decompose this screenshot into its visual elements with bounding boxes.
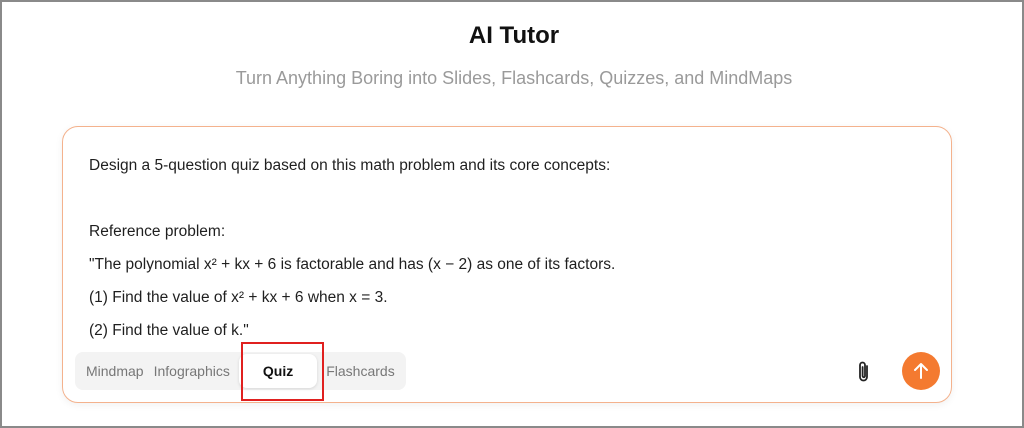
prompt-line: (2) Find the value of k." [89,322,249,339]
paperclip-icon [859,361,868,382]
page-title: AI Tutor [468,22,560,49]
prompt-line: Design a 5-question quiz based on this m… [89,157,611,174]
arrow-up-icon [914,363,928,379]
prompt-line: "The polynomial x² + kx + 6 is factorabl… [89,256,616,273]
send-button[interactable] [902,352,940,390]
mode-tab-mindmap[interactable]: Mindmap [81,352,149,390]
mode-tab-flashcards[interactable]: Flashcards [321,352,399,390]
app-window: AI Tutor Turn Anything Boring into Slide… [0,0,1024,428]
prompt-textarea[interactable]: Design a 5-question quiz based on this m… [89,149,919,347]
page-subtitle: Turn Anything Boring into Slides, Flashc… [235,68,793,88]
mode-tab-quiz[interactable]: Quiz [238,354,318,388]
prompt-line [89,182,919,215]
mode-selector: Mindmap Infographics Quiz Flashcards [75,352,406,390]
prompt-line: (1) Find the value of x² + kx + 6 when x… [89,289,388,306]
mode-tab-infographics[interactable]: Infographics [149,352,235,390]
prompt-line: Reference problem: [89,223,226,240]
attach-button[interactable] [852,359,876,385]
prompt-card: Design a 5-question quiz based on this m… [62,126,952,403]
